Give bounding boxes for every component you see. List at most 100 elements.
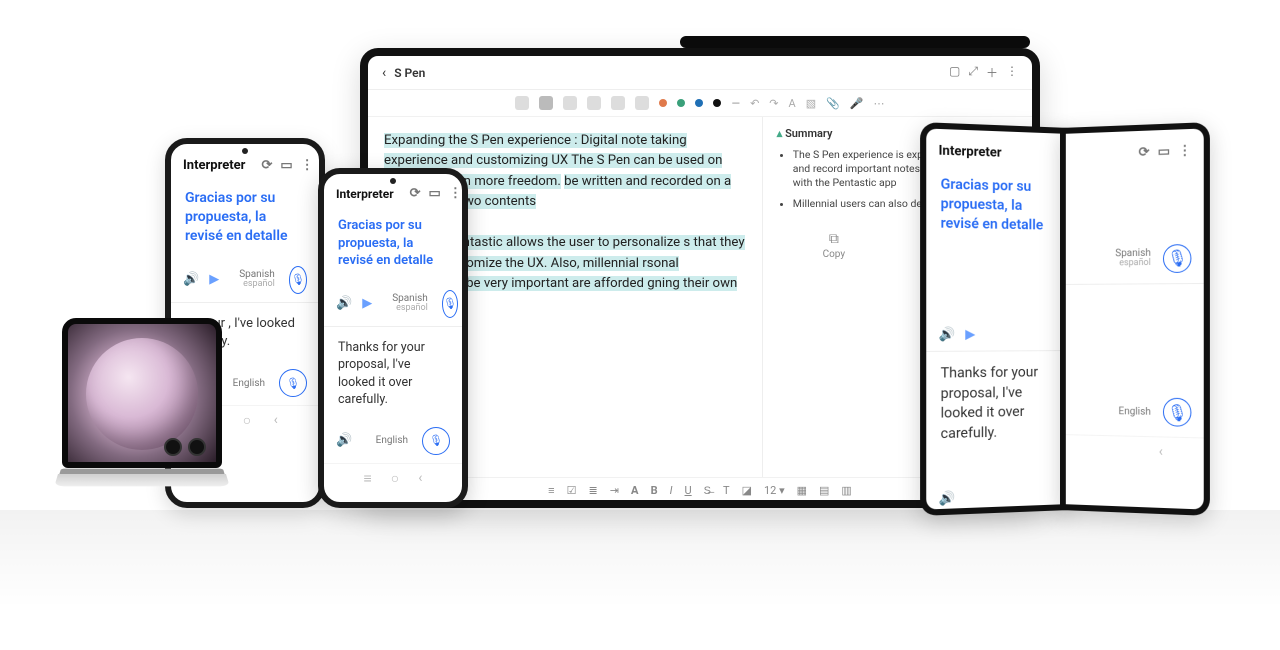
floor-reflection <box>0 510 1280 650</box>
front-camera-icon <box>390 178 396 184</box>
history-icon[interactable]: ⟳ <box>410 186 421 201</box>
speaker-icon[interactable]: 🔊 <box>939 327 956 342</box>
play-icon[interactable]: ▶ <box>965 327 975 342</box>
nav-home-icon[interactable]: ○ <box>243 412 251 429</box>
target-lang-chip[interactable]: English <box>233 378 265 389</box>
bold-icon[interactable]: B <box>651 484 658 498</box>
nav-back-icon[interactable]: ‹ <box>274 412 278 429</box>
align-left-icon[interactable]: ≡ <box>548 484 554 498</box>
tool-text-icon[interactable]: A <box>789 97 796 110</box>
tablet-titlebar: ‹ S Pen ▢ ⤢ ＋ ⋮ <box>368 56 1032 90</box>
tool-attach-icon[interactable]: 📎 <box>826 97 840 110</box>
mic-button[interactable]: 🎙 <box>279 369 307 397</box>
camera-lens-icon <box>188 438 206 456</box>
grid1-icon[interactable]: ▦ <box>797 484 807 498</box>
checklist-icon[interactable]: ☑ <box>567 484 577 498</box>
tool-pen-icon[interactable] <box>539 96 553 110</box>
tool-eraser-icon[interactable] <box>587 96 601 110</box>
tool-cloud-icon[interactable] <box>635 96 649 110</box>
history-icon[interactable]: ⟳ <box>261 158 272 173</box>
android-nav: ≡ ○ <box>926 511 1064 516</box>
add-icon[interactable]: ＋ <box>986 64 998 81</box>
tool-more-icon[interactable]: ⋯ <box>874 97 885 110</box>
speaker-icon[interactable]: 🔊 <box>183 272 199 287</box>
flip-phone-device <box>62 318 232 508</box>
toolbar-divider: — <box>731 97 740 110</box>
layout-icon[interactable]: ▭ <box>280 158 292 173</box>
source-text: Gracias por su propuesta, la revisé en d… <box>338 217 448 270</box>
nav-back-icon[interactable]: ‹ <box>418 470 422 487</box>
split-view-icon[interactable]: ▢ <box>949 64 960 81</box>
list-icon[interactable]: ≣ <box>588 484 597 498</box>
tool-undo-icon[interactable]: ↶ <box>750 97 759 110</box>
summary-heading: Summary <box>785 127 832 140</box>
mic-button[interactable]: 🎙 <box>422 427 450 455</box>
flip-keyboard-half <box>54 474 229 486</box>
fold-left-panel: Interpreter Gracias por su propuesta, la… <box>920 122 1070 516</box>
target-text: Thanks for your proposal, I've looked it… <box>941 363 1051 444</box>
mic-button[interactable]: 🎙 <box>442 290 458 318</box>
target-lang-chip[interactable]: English <box>1119 406 1151 418</box>
app-title: Interpreter <box>939 143 1002 160</box>
source-lang-chip[interactable]: Spanish español <box>1115 248 1151 270</box>
tool-shape-icon[interactable] <box>611 96 625 110</box>
play-icon[interactable]: ▶ <box>362 296 372 311</box>
more-icon[interactable]: ⋮ <box>301 158 314 173</box>
back-icon[interactable]: ‹ <box>382 65 386 81</box>
mic-button[interactable]: 🎙 <box>289 266 307 294</box>
tool-highlighter-icon[interactable] <box>563 96 577 110</box>
highlight-icon[interactable]: ◪ <box>742 484 752 498</box>
expand-icon[interactable]: ⤢ <box>968 64 978 81</box>
speaker-icon[interactable]: 🔊 <box>336 296 352 311</box>
play-icon[interactable]: ▶ <box>209 272 219 287</box>
more-icon[interactable]: ⋮ <box>1178 143 1191 159</box>
nav-back-icon[interactable]: ‹ <box>1159 444 1163 460</box>
color-swatch-black[interactable] <box>713 99 721 107</box>
tool-mic-icon[interactable]: 🎤 <box>850 97 864 110</box>
color-swatch-blue[interactable] <box>695 99 703 107</box>
tool-image-icon[interactable]: ▧ <box>806 97 816 110</box>
source-text: Gracias por su propuesta, la revisé en d… <box>185 189 305 246</box>
fold-right-panel: ⟳ ▭ ⋮ en detalle Spanish español 🎙 over … <box>1060 122 1210 516</box>
history-icon[interactable]: ⟳ <box>1139 145 1150 161</box>
text-color-icon[interactable]: T <box>723 484 730 498</box>
grid2-icon[interactable]: ▤ <box>819 484 829 498</box>
layout-icon[interactable]: ▭ <box>429 186 441 201</box>
layout-icon[interactable]: ▭ <box>1158 144 1170 160</box>
color-swatch-orange[interactable] <box>659 99 667 107</box>
tablet-toolbar: — ↶ ↷ A ▧ 📎 🎤 ⋯ <box>368 90 1032 117</box>
more-icon[interactable]: ⋮ <box>1006 64 1018 81</box>
nav-home-icon[interactable]: ○ <box>391 470 399 487</box>
tablet-title: S Pen <box>394 66 425 80</box>
app-title: Interpreter <box>336 187 394 201</box>
strike-icon[interactable]: S̶ <box>704 484 711 498</box>
camera-lens-icon <box>164 438 182 456</box>
color-swatch-green[interactable] <box>677 99 685 107</box>
size-icon[interactable]: 12 ▾ <box>764 484 785 498</box>
speaker-icon[interactable]: 🔊 <box>939 491 956 507</box>
app-title: Interpreter <box>183 158 245 173</box>
font-icon[interactable]: 𝐀 <box>631 484 639 498</box>
underline-icon[interactable]: U <box>685 484 692 498</box>
front-camera-icon <box>242 148 248 154</box>
tool-select-icon[interactable] <box>515 96 529 110</box>
tool-redo-icon[interactable]: ↷ <box>769 97 778 110</box>
source-lang-chip[interactable]: Spanish español <box>239 269 275 290</box>
source-lang-chip[interactable]: Spanish español <box>392 293 428 314</box>
more-icon[interactable]: ⋮ <box>449 186 462 201</box>
android-nav: ≡ ○ ‹ <box>324 463 462 493</box>
mic-button[interactable]: 🎙 <box>1163 244 1191 273</box>
speaker-icon[interactable]: 🔊 <box>336 433 352 448</box>
grid3-icon[interactable]: ▥ <box>841 484 851 498</box>
android-nav: ‹ <box>1066 435 1204 468</box>
flip-cover-screen <box>62 318 222 468</box>
copy-button[interactable]: ⧉Copy <box>823 231 846 260</box>
target-lang-chip[interactable]: English <box>376 435 408 446</box>
source-text: Gracias por su propuesta, la revisé en d… <box>941 175 1051 235</box>
phone-device-front: Interpreter ⟳ ▭ ⋮ Gracias por su propues… <box>318 168 468 508</box>
italic-icon[interactable]: I <box>670 484 673 498</box>
nav-recent-icon[interactable]: ≡ <box>364 470 372 487</box>
mic-button[interactable]: 🎙 <box>1163 398 1191 427</box>
indent-icon[interactable]: ⇥ <box>610 484 619 498</box>
fold-device: Interpreter Gracias por su propuesta, la… <box>920 128 1210 510</box>
